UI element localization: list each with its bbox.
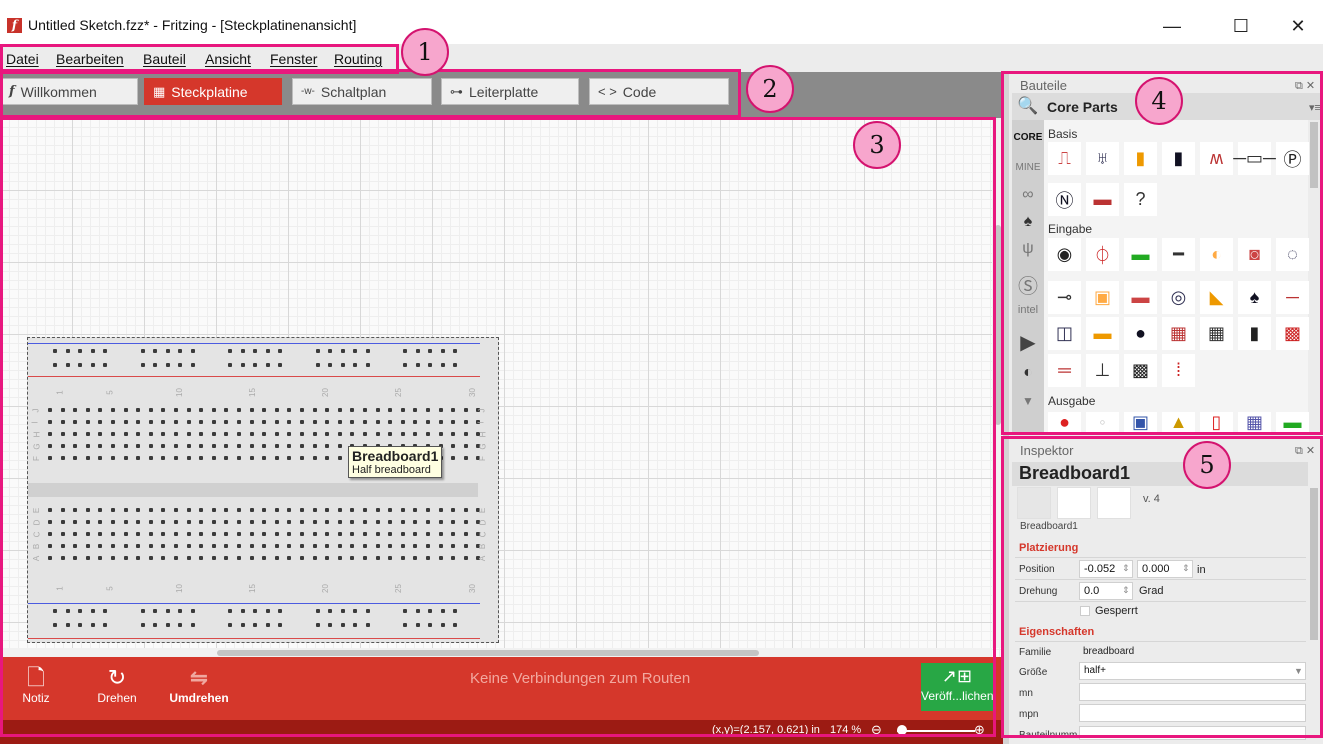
annotation-marker-4: 4 xyxy=(1135,77,1183,125)
annotation-box-parts xyxy=(1001,71,1323,435)
annotation-box-tabs xyxy=(0,69,741,118)
annotation-marker-2: 2 xyxy=(746,65,794,113)
annotation-box-inspector xyxy=(1001,436,1323,738)
maximize-button[interactable]: ☐ xyxy=(1218,8,1264,44)
annotation-marker-5: 5 xyxy=(1183,441,1231,489)
annotation-marker-3: 3 xyxy=(853,121,901,169)
window-title: Untitled Sketch.fzz* - Fritzing - [Steck… xyxy=(28,17,357,33)
minimize-button[interactable]: — xyxy=(1149,8,1195,44)
annotation-box-canvas xyxy=(0,117,996,737)
annotation-marker-1: 1 xyxy=(401,28,449,76)
fritzing-logo-icon: f xyxy=(7,18,22,33)
close-button[interactable]: ✕ xyxy=(1275,8,1321,44)
